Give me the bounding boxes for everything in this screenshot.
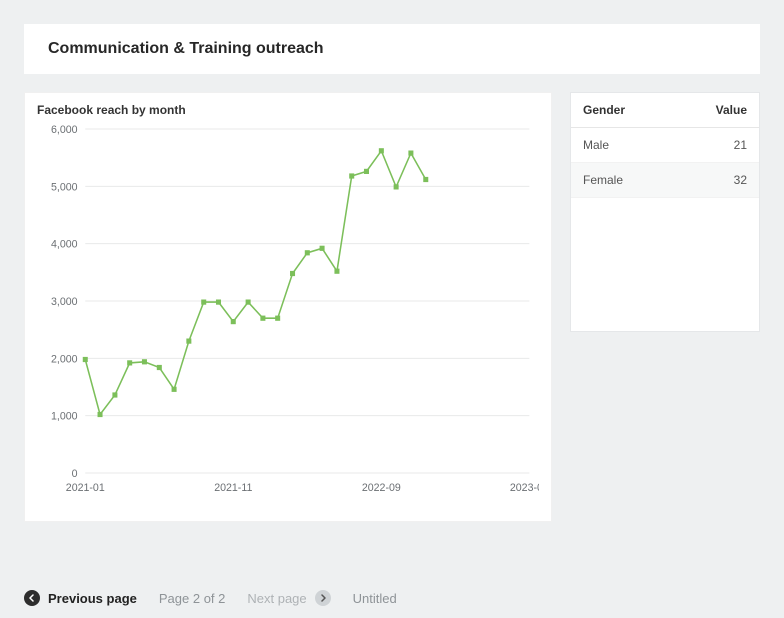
chart-card: Facebook reach by month 0 1,000 2,000 3,000… [24, 92, 552, 522]
document-name: Untitled [353, 591, 397, 606]
svg-text:1,000: 1,000 [51, 411, 78, 423]
svg-text:3,000: 3,000 [51, 296, 78, 308]
svg-text:5,000: 5,000 [51, 181, 78, 193]
gender-table: Gender Value Male 21 Female 32 [571, 93, 759, 198]
previous-page-button[interactable]: Previous page [24, 590, 137, 606]
table-row: Male 21 [571, 128, 759, 163]
cell-value: 21 [673, 128, 759, 163]
page-header: Communication & Training outreach [24, 24, 760, 74]
next-page-label: Next page [247, 591, 306, 606]
svg-text:2023-07: 2023-07 [510, 482, 539, 494]
previous-page-label: Previous page [48, 591, 137, 606]
line-chart: 0 1,000 2,000 3,000 4,000 5,000 6,000 2021-01 20… [37, 121, 539, 501]
svg-text:2021-11: 2021-11 [214, 482, 252, 494]
svg-text:2,000: 2,000 [51, 353, 78, 365]
table-row: Female 32 [571, 163, 759, 198]
pagination-footer: Previous page Page 2 of 2 Next page Unti… [24, 590, 760, 606]
gender-table-card: Gender Value Male 21 Female 32 [570, 92, 760, 332]
page-title: Communication & Training outreach [48, 40, 736, 58]
page-indicator: Page 2 of 2 [159, 591, 226, 606]
arrow-right-icon [315, 590, 331, 606]
svg-text:6,000: 6,000 [51, 124, 78, 136]
col-value: Value [673, 93, 759, 128]
next-page-button[interactable]: Next page [247, 590, 330, 606]
svg-text:2021-01: 2021-01 [66, 482, 105, 494]
svg-text:0: 0 [72, 468, 78, 480]
cell-gender: Male [571, 128, 673, 163]
content-area: Facebook reach by month 0 1,000 2,000 3,000… [24, 92, 760, 522]
arrow-left-icon [24, 590, 40, 606]
cell-value: 32 [673, 163, 759, 198]
chart-title: Facebook reach by month [37, 103, 539, 117]
cell-gender: Female [571, 163, 673, 198]
svg-text:4,000: 4,000 [51, 239, 78, 251]
svg-text:2022-09: 2022-09 [362, 482, 401, 494]
table-header-row: Gender Value [571, 93, 759, 128]
col-gender: Gender [571, 93, 673, 128]
